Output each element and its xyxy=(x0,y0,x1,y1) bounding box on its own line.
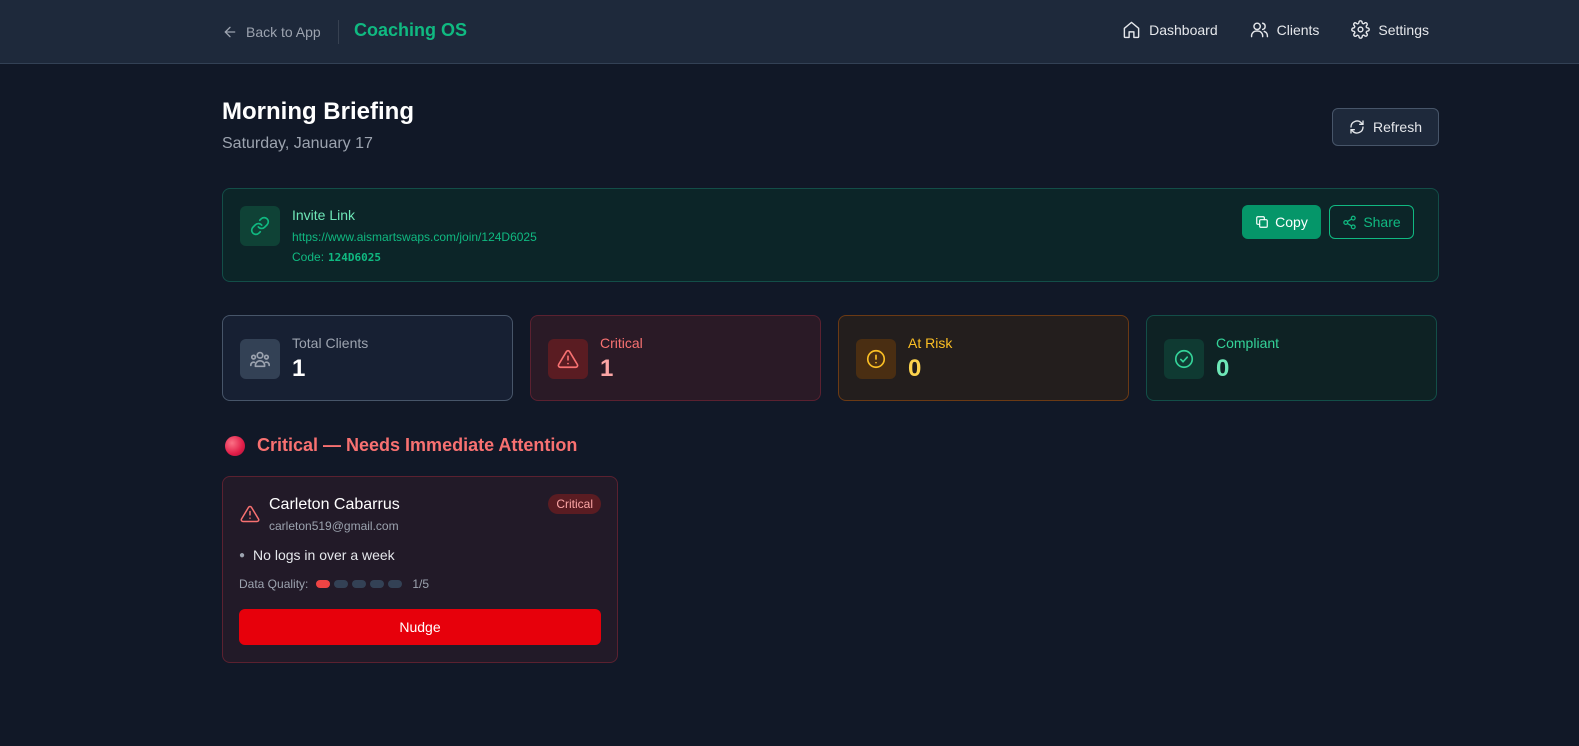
client-card[interactable]: Carleton Cabarrus carleton519@gmail.com … xyxy=(222,476,618,663)
top-bar: Back to App Coaching OS Dashboard Client… xyxy=(0,0,1579,64)
invite-code-value: 124D6025 xyxy=(328,251,382,264)
bullet-icon: ● xyxy=(239,549,246,561)
stat-label: Compliant xyxy=(1216,335,1280,351)
invite-url[interactable]: https://www.aismartswaps.com/join/124D60… xyxy=(292,230,537,244)
refresh-label: Refresh xyxy=(1372,119,1423,135)
alert-circle-icon-box xyxy=(856,339,896,379)
stat-card-compliant[interactable]: Compliant 0 xyxy=(1146,315,1437,401)
data-quality-score: 1/5 xyxy=(412,577,430,591)
stat-card-critical[interactable]: Critical 1 xyxy=(530,315,821,401)
users-group-icon xyxy=(250,351,270,368)
brand-title[interactable]: Coaching OS xyxy=(354,20,467,41)
nav-settings-label: Settings xyxy=(1378,21,1429,38)
data-quality-segment xyxy=(388,580,403,588)
critical-section-heading: Critical — Needs Immediate Attention xyxy=(225,435,577,456)
home-icon xyxy=(1123,21,1140,39)
stat-label: Critical xyxy=(600,335,643,351)
users-icon-box xyxy=(240,339,280,379)
nudge-button[interactable]: Nudge xyxy=(239,609,601,645)
nudge-label: Nudge xyxy=(399,619,441,635)
nav-clients-label: Clients xyxy=(1276,21,1320,38)
warning-icon-box xyxy=(548,339,588,379)
share-button[interactable]: Share xyxy=(1329,205,1414,239)
stat-value: 0 xyxy=(908,355,922,382)
stat-value: 0 xyxy=(1216,355,1230,382)
data-quality-segment xyxy=(370,580,385,588)
link-icon xyxy=(250,216,270,236)
stat-card-at-risk[interactable]: At Risk 0 xyxy=(838,315,1129,401)
header-divider xyxy=(338,20,339,44)
copy-button[interactable]: Copy xyxy=(1242,205,1321,239)
alert-circle-icon xyxy=(866,349,886,369)
link-icon-box xyxy=(240,206,280,246)
data-quality-bars xyxy=(316,580,403,588)
data-quality-label: Data Quality: xyxy=(239,577,309,591)
main-nav: Dashboard Clients Settings xyxy=(1122,20,1429,39)
gear-icon xyxy=(1351,20,1371,39)
stat-value: 1 xyxy=(292,355,306,382)
page-date: Saturday, January 17 xyxy=(222,135,373,152)
client-issue-item: ● No logs in over a week xyxy=(239,547,395,563)
red-circle-icon xyxy=(225,435,245,456)
invite-link-card: Invite Link https://www.aismartswaps.com… xyxy=(222,188,1439,282)
stat-label: At Risk xyxy=(908,335,953,351)
critical-section-title: Critical — Needs Immediate Attention xyxy=(257,435,578,455)
arrow-left-icon xyxy=(224,26,236,38)
refresh-icon xyxy=(1350,120,1364,134)
share-icon xyxy=(1343,215,1357,229)
share-label: Share xyxy=(1363,214,1401,230)
client-email: carleton519@gmail.com xyxy=(269,519,399,533)
data-quality-meter: Data Quality: 1/5 xyxy=(239,577,429,591)
warning-icon xyxy=(240,505,260,523)
stat-value: 1 xyxy=(600,355,614,382)
check-circle-icon-box xyxy=(1164,339,1204,379)
back-to-app-link[interactable]: Back to App xyxy=(222,22,321,42)
client-issue-text: No logs in over a week xyxy=(253,547,395,563)
warning-icon xyxy=(557,349,579,369)
nav-dashboard[interactable]: Dashboard xyxy=(1122,20,1218,39)
data-quality-segment xyxy=(352,580,367,588)
client-name[interactable]: Carleton Cabarrus xyxy=(269,496,400,514)
stat-card-total-clients[interactable]: Total Clients 1 xyxy=(222,315,513,401)
data-quality-segment xyxy=(334,580,349,588)
page-title: Morning Briefing xyxy=(222,98,414,125)
invite-code-label: Code: xyxy=(292,250,325,264)
refresh-button[interactable]: Refresh xyxy=(1332,108,1439,146)
check-circle-icon xyxy=(1174,349,1194,369)
nav-clients[interactable]: Clients xyxy=(1250,20,1320,39)
status-badge: Critical xyxy=(548,494,601,514)
copy-icon xyxy=(1256,216,1268,228)
invite-title: Invite Link xyxy=(292,207,356,223)
back-to-app-label: Back to App xyxy=(246,24,321,40)
copy-label: Copy xyxy=(1275,214,1308,230)
invite-code: Code: 124D6025 xyxy=(292,250,381,264)
nav-settings[interactable]: Settings xyxy=(1351,20,1429,39)
nav-dashboard-label: Dashboard xyxy=(1149,21,1218,38)
users-icon xyxy=(1250,22,1268,38)
data-quality-segment xyxy=(316,580,331,588)
stat-label: Total Clients xyxy=(292,335,369,351)
